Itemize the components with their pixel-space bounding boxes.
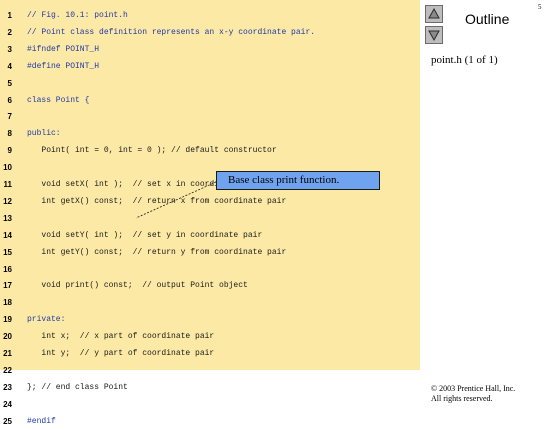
line-number: 23 [3,382,12,392]
triangle-down-icon [428,30,440,42]
slide-number: 5 [538,3,542,11]
line-number: 24 [3,399,12,409]
previous-slide-button[interactable] [425,5,443,23]
file-caption: point.h (1 of 1) [431,54,498,66]
rights-line: All rights reserved. [431,394,493,403]
callout-box: Base class print function. [216,171,380,190]
copyright-notice: © 2003 Prentice Hall, Inc. All rights re… [431,384,515,404]
copyright-line: © 2003 Prentice Hall, Inc. [431,384,516,393]
triangle-up-icon [428,7,440,19]
code-text: #endif [27,416,56,426]
next-slide-button[interactable] [425,26,443,44]
line-number: 25 [3,416,12,426]
outline-title: Outline [465,11,510,27]
callout-text: Base class print function. [228,174,340,186]
code-text: }; // end class Point [27,382,128,392]
code-panel: 1// Fig. 10.1: point.h 2// Point class de… [0,0,420,426]
